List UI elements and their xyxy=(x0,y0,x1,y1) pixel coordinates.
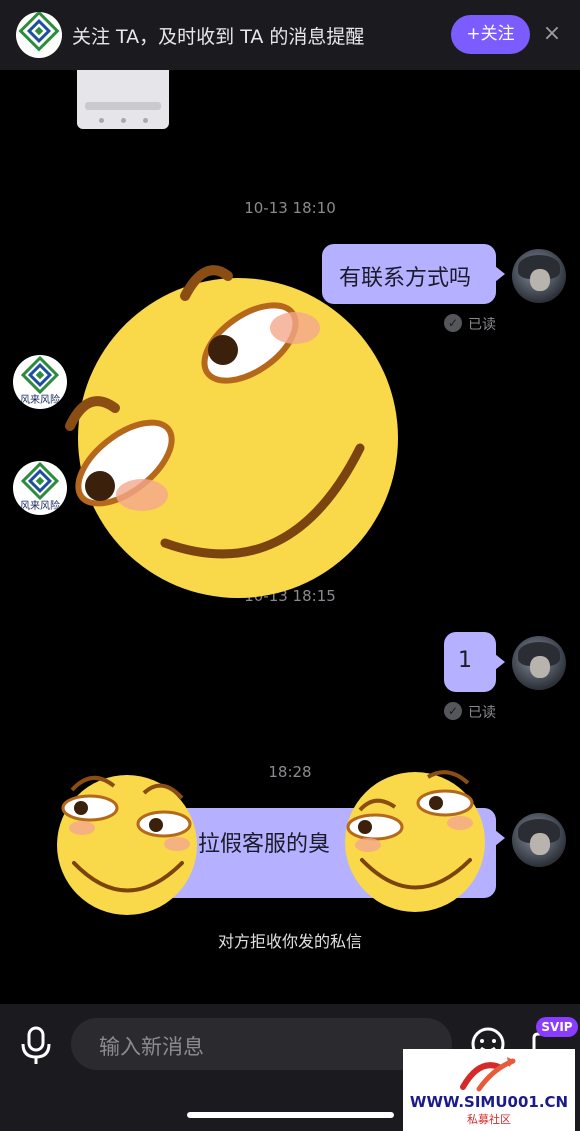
follow-prompt-text: 关注 TA，及时收到 TA 的消息提醒 xyxy=(72,26,365,48)
bubble-tail xyxy=(495,830,505,846)
follow-banner: 关注 TA，及时收到 TA 的消息提醒 +关注 × xyxy=(0,0,580,70)
message-text: 拉假客服的臭 xyxy=(198,832,331,857)
emoji-sticker-large[interactable] xyxy=(60,258,405,603)
peer-avatar[interactable]: 风来风险 xyxy=(13,355,67,409)
read-status: 已读 xyxy=(468,317,496,333)
follow-button[interactable]: +关注 xyxy=(451,15,530,54)
home-indicator xyxy=(187,1112,394,1118)
peer-logo-avatar[interactable] xyxy=(16,12,62,58)
message-input-placeholder: 输入新消息 xyxy=(99,1035,204,1059)
bubble-tail xyxy=(495,654,505,670)
image-message-thumbnail[interactable] xyxy=(77,70,169,129)
read-status: 已读 xyxy=(468,705,496,721)
watermark-url: WWW.SIMU001.CN xyxy=(409,1093,569,1111)
bubble-tail xyxy=(495,266,505,282)
emoji-sticker-small xyxy=(57,775,197,915)
microphone-icon[interactable] xyxy=(18,1026,54,1066)
svip-badge: SVIP xyxy=(536,1017,578,1037)
message-text: 1 xyxy=(458,648,472,673)
user-avatar[interactable] xyxy=(512,636,566,690)
read-check-icon: ✓ xyxy=(444,314,462,332)
svg-text:风来风险: 风来风险 xyxy=(20,393,60,406)
message-timestamp: 10-13 18:10 xyxy=(244,199,336,217)
message-input[interactable]: 输入新消息 xyxy=(71,1018,452,1070)
read-check-icon: ✓ xyxy=(444,702,462,720)
sent-message-bubble[interactable]: 1 xyxy=(444,632,496,692)
close-icon[interactable]: × xyxy=(538,20,566,48)
watermark-logo: WWW.SIMU001.CN 私募社区 xyxy=(403,1049,575,1131)
user-avatar[interactable] xyxy=(512,249,566,303)
watermark-subtitle: 私募社区 xyxy=(467,1113,511,1126)
svg-text:风来风险: 风来风险 xyxy=(20,499,60,512)
emoji-sticker-small xyxy=(345,770,485,912)
user-avatar[interactable] xyxy=(512,813,566,867)
system-notice: 对方拒收你发的私信 xyxy=(217,932,362,951)
peer-avatar[interactable]: 风来风险 xyxy=(13,461,67,515)
